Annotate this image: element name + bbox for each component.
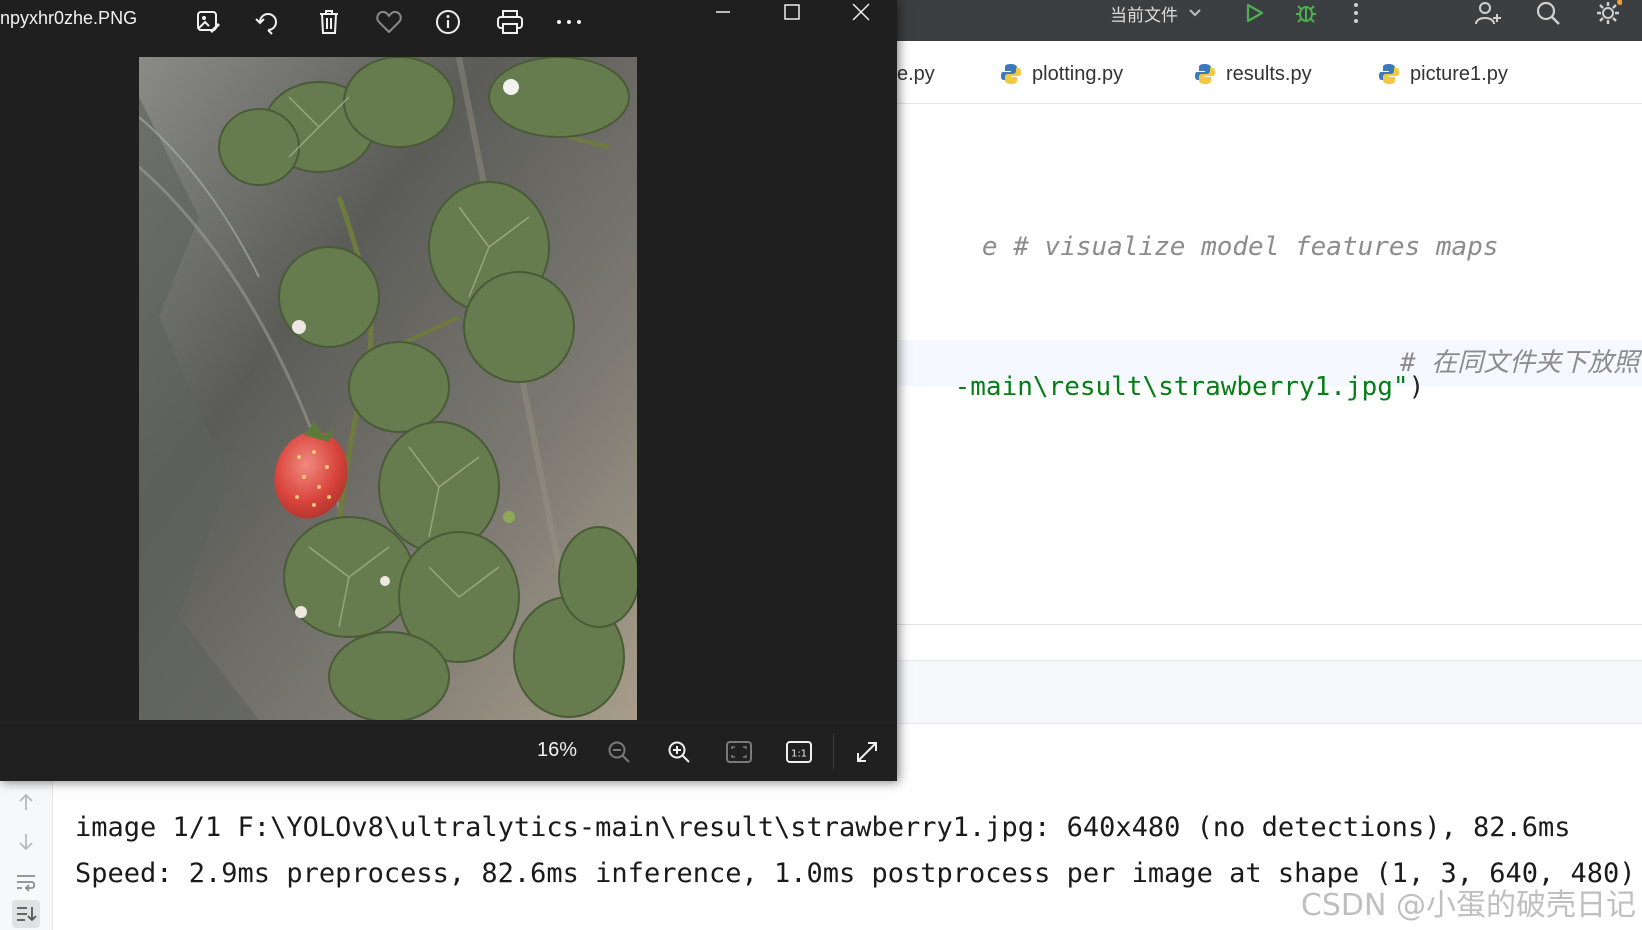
actual-size-icon[interactable]: 1:1 xyxy=(781,735,817,769)
zoom-level: 16% xyxy=(537,739,578,761)
edit-image-icon[interactable] xyxy=(188,4,228,40)
zoom-in-icon[interactable] xyxy=(661,735,697,769)
close-button[interactable] xyxy=(838,0,884,24)
viewer-bottom-bar: 16% 1:1 xyxy=(0,722,897,781)
arrow-down-icon[interactable] xyxy=(12,828,40,856)
search-icon[interactable] xyxy=(1530,0,1566,26)
run-icon[interactable] xyxy=(1236,0,1272,26)
minimize-button[interactable] xyxy=(700,0,746,24)
scroll-to-end-icon[interactable] xyxy=(12,900,40,928)
tab-label: results.py xyxy=(1226,62,1312,85)
fullscreen-icon[interactable] xyxy=(849,735,885,769)
viewer-filename: npyxhr0zhe.PNG xyxy=(0,8,138,28)
add-user-icon[interactable] xyxy=(1470,0,1506,26)
photo-viewer-window: npyxhr0zhe.PNG 16% 1:1 xyxy=(0,0,897,781)
info-icon[interactable] xyxy=(428,4,468,40)
console-line: image 1/1 F:\YOLOv8\ultralytics-main\res… xyxy=(75,812,1571,843)
console-gutter xyxy=(0,778,53,930)
python-file-icon xyxy=(1194,63,1216,85)
soft-wrap-icon[interactable] xyxy=(12,868,40,896)
maximize-button[interactable] xyxy=(769,0,815,24)
python-file-icon xyxy=(1378,63,1400,85)
tab-file[interactable]: e.py xyxy=(897,59,935,89)
watermark: CSDN @小蛋的破壳日记 xyxy=(1300,888,1636,923)
code-line-predict: -main\result\strawberry1.jpg") xyxy=(892,342,1425,432)
rotate-icon[interactable] xyxy=(248,4,288,40)
settings-gear-icon[interactable] xyxy=(1590,0,1626,26)
arrow-up-icon[interactable] xyxy=(12,788,40,816)
more-actions-icon[interactable] xyxy=(1338,0,1374,26)
tab-picture1[interactable]: picture1.py xyxy=(1378,59,1508,89)
zoom-out-icon[interactable] xyxy=(601,735,637,769)
print-icon[interactable] xyxy=(490,4,530,40)
strawberry-photo xyxy=(139,57,637,720)
favorite-icon[interactable] xyxy=(369,4,409,40)
chevron-down-icon xyxy=(1188,3,1202,23)
code-comment-cn: # 在同文件夹下放照 xyxy=(1400,348,1640,378)
run-config-selector[interactable]: 当前文件 xyxy=(1110,0,1202,26)
run-config-label: 当前文件 xyxy=(1110,5,1178,26)
tab-label: e.py xyxy=(897,62,935,85)
debug-icon[interactable] xyxy=(1288,0,1324,26)
svg-text:1:1: 1:1 xyxy=(791,749,807,760)
toolbar-divider xyxy=(833,733,834,769)
fit-to-window-icon[interactable] xyxy=(721,735,757,769)
code-line-comment: e # visualize model features maps xyxy=(981,232,1499,262)
delete-icon[interactable] xyxy=(309,4,349,40)
tab-label: picture1.py xyxy=(1410,62,1508,85)
more-icon[interactable] xyxy=(549,4,589,40)
tab-label: plotting.py xyxy=(1032,62,1124,85)
tab-plotting[interactable]: plotting.py xyxy=(1000,59,1123,89)
tab-results[interactable]: results.py xyxy=(1194,59,1312,89)
python-file-icon xyxy=(1000,63,1022,85)
code-string: -main\result\strawberry1.jpg" xyxy=(954,372,1409,402)
